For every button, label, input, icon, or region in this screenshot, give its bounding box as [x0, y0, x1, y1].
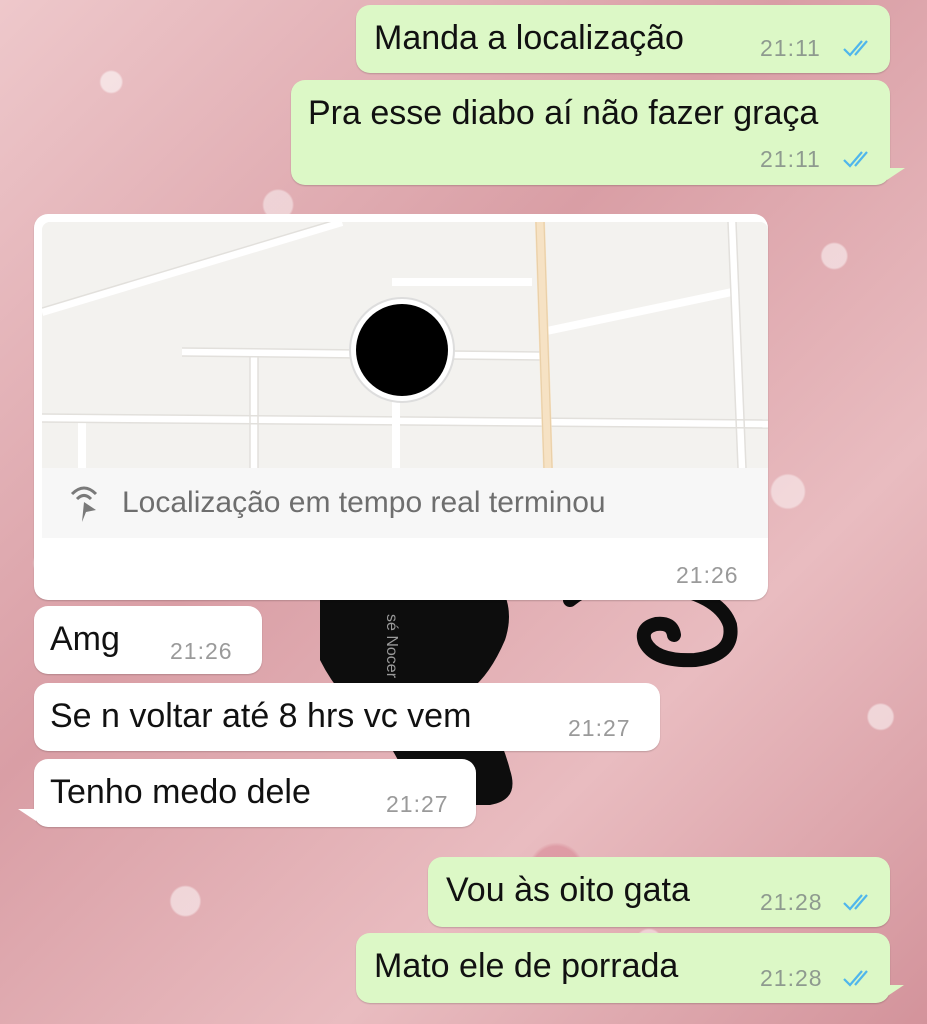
outgoing-message[interactable]: Vou às oito gata 21:28 [428, 857, 890, 927]
double-check-icon [843, 40, 868, 57]
double-check-icon [843, 894, 868, 911]
message-time: 21:28 [760, 889, 823, 915]
map-streets [42, 222, 768, 468]
bubble-tail [887, 168, 905, 180]
message-time: 21:26 [170, 638, 233, 664]
double-check-icon [843, 151, 868, 168]
live-location-icon [70, 486, 98, 522]
message-time: 21:11 [760, 35, 821, 61]
message-text: Pra esse diabo aí não fazer graça [308, 94, 819, 132]
outgoing-message[interactable]: Pra esse diabo aí não fazer graça 21:11 [291, 80, 905, 185]
message-time: 21:26 [676, 562, 739, 588]
message-text: Se n voltar até 8 hrs vc vem [50, 697, 472, 735]
message-text: Manda a localização [374, 19, 684, 57]
map-preview[interactable] [42, 222, 768, 468]
live-location-status-bar: Localização em tempo real terminou [42, 468, 768, 538]
bubble-tail [18, 809, 36, 821]
message-time: 21:28 [760, 965, 823, 991]
live-location-message[interactable]: sé Nocer Localização em tempo real termi… [34, 214, 768, 678]
message-text: Vou às oito gata [446, 871, 690, 909]
incoming-message[interactable]: Tenho medo dele 21:27 [18, 759, 476, 827]
map-street-label: sé Nocer [383, 614, 400, 679]
live-location-label: Localização em tempo real terminou [122, 486, 606, 519]
message-time: 21:27 [386, 791, 449, 817]
outgoing-message[interactable]: Mato ele de porrada 21:28 [356, 933, 904, 1003]
message-time: 21:11 [760, 146, 821, 172]
message-text: Tenho medo dele [50, 773, 311, 811]
message-time: 21:27 [568, 715, 631, 741]
message-text: Mato ele de porrada [374, 947, 679, 985]
message-text: Amg [50, 620, 120, 658]
outgoing-message[interactable]: Manda a localização 21:11 [356, 5, 890, 73]
incoming-message[interactable]: Se n voltar até 8 hrs vc vem 21:27 [34, 683, 660, 751]
bubble-tail [886, 985, 904, 997]
incoming-message[interactable]: Amg 21:26 [34, 606, 262, 674]
double-check-icon [843, 970, 868, 987]
